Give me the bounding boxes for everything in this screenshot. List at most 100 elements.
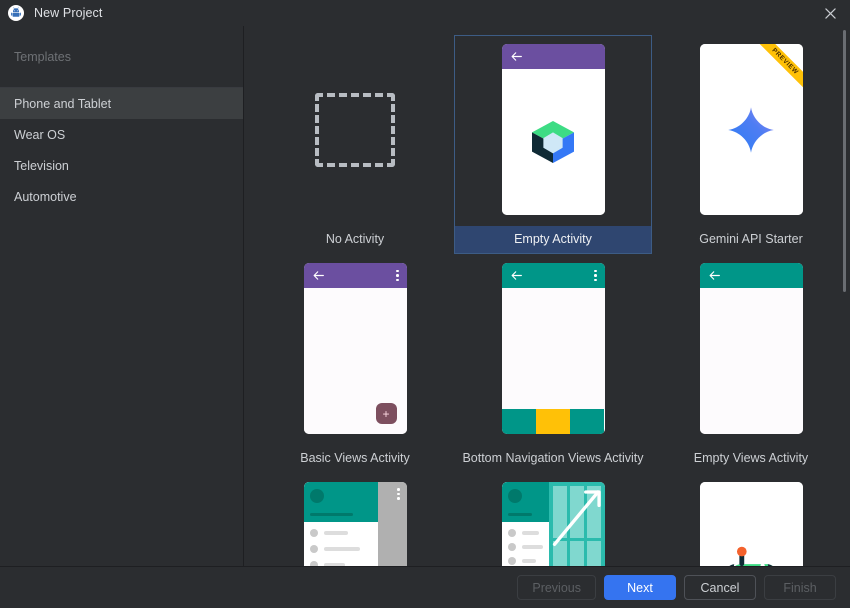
overflow-menu-icon bbox=[396, 269, 399, 282]
gemini-star-icon bbox=[699, 44, 803, 215]
app-bar bbox=[699, 263, 803, 288]
trend-arrow-icon bbox=[552, 490, 601, 546]
dashed-placeholder-icon bbox=[315, 92, 395, 167]
drawer-header bbox=[303, 482, 378, 522]
template-thumbnail bbox=[699, 482, 803, 566]
list-item-label bbox=[323, 547, 360, 551]
scrollbar-thumb[interactable] bbox=[843, 30, 846, 292]
template-card-empty-views-activity[interactable]: Empty Views Activity bbox=[652, 254, 850, 473]
drawer-panel bbox=[501, 482, 549, 566]
sidebar-header: Templates bbox=[0, 26, 243, 88]
list-item-icon bbox=[507, 543, 516, 551]
game-controller-icon bbox=[699, 482, 803, 566]
template-thumbnail bbox=[304, 44, 407, 215]
template-grid-scrollbar[interactable] bbox=[838, 26, 850, 566]
floating-action-button-icon: + bbox=[375, 403, 397, 424]
drawer-panel bbox=[303, 482, 378, 566]
template-thumbnail bbox=[501, 263, 605, 434]
bottom-nav-item bbox=[570, 409, 605, 434]
content-grid bbox=[548, 482, 605, 566]
template-grid-panel: No Activity Empty Activity PREVIEW Gemin… bbox=[244, 26, 850, 566]
template-card-label: No Activity bbox=[325, 232, 385, 246]
sidebar: Templates Phone and Tablet Wear OS Telev… bbox=[0, 26, 244, 566]
app-bar bbox=[501, 44, 605, 69]
sidebar-item-automotive[interactable]: Automotive bbox=[0, 181, 243, 212]
template-thumbnail: PREVIEW bbox=[699, 44, 803, 215]
nav-drawer-art bbox=[303, 482, 407, 566]
previous-button[interactable]: Previous bbox=[517, 575, 596, 600]
drawer-headline bbox=[309, 513, 353, 516]
scrim-panel bbox=[377, 482, 407, 566]
list-item bbox=[507, 543, 543, 551]
list-item-label bbox=[521, 531, 540, 535]
list-item-label bbox=[521, 545, 543, 549]
bottom-nav-item-active bbox=[535, 409, 571, 434]
compose-logo-icon bbox=[501, 69, 605, 215]
bottom-navigation-bar bbox=[501, 409, 605, 434]
template-card-label: Empty Activity bbox=[455, 226, 651, 253]
list-item bbox=[507, 557, 543, 565]
template-card-no-activity[interactable]: No Activity bbox=[256, 35, 454, 254]
back-arrow-icon bbox=[709, 271, 720, 280]
list-item bbox=[309, 545, 372, 553]
sidebar-item-label: Television bbox=[14, 158, 69, 173]
screen-content: + bbox=[303, 288, 407, 434]
list-item-label bbox=[323, 531, 349, 535]
sidebar-item-label: Phone and Tablet bbox=[14, 96, 112, 111]
template-card-game-activity[interactable] bbox=[652, 473, 850, 566]
list-item-icon bbox=[507, 529, 516, 537]
sidebar-item-television[interactable]: Television bbox=[0, 150, 243, 181]
app-bar bbox=[501, 263, 605, 288]
sidebar-item-wear-os[interactable]: Wear OS bbox=[0, 119, 243, 150]
back-arrow-icon bbox=[511, 271, 522, 280]
template-card-label: Gemini API Starter bbox=[699, 232, 803, 246]
sidebar-item-phone-and-tablet[interactable]: Phone and Tablet bbox=[0, 88, 243, 119]
nav-drawer-grid-art bbox=[501, 482, 605, 566]
template-card-bottom-navigation-views-activity[interactable]: Bottom Navigation Views Activity bbox=[454, 254, 652, 473]
screen-content bbox=[699, 288, 803, 434]
list-item-icon bbox=[309, 529, 318, 537]
sidebar-item-label: Automotive bbox=[14, 189, 77, 204]
drawer-item-list bbox=[304, 522, 378, 566]
bottom-nav-item bbox=[501, 409, 536, 434]
template-thumbnail bbox=[501, 44, 605, 215]
drawer-item-list bbox=[502, 522, 549, 566]
template-card-basic-views-activity[interactable]: + Basic Views Activity bbox=[256, 254, 454, 473]
next-button[interactable]: Next bbox=[604, 575, 676, 600]
list-item bbox=[309, 561, 372, 566]
finish-button[interactable]: Finish bbox=[764, 575, 836, 600]
android-studio-logo-icon bbox=[8, 5, 24, 21]
template-thumbnail bbox=[501, 482, 605, 566]
template-card-label: Empty Views Activity bbox=[693, 451, 809, 465]
overflow-menu-icon bbox=[397, 488, 400, 500]
list-item-icon bbox=[309, 561, 318, 566]
overflow-menu-icon bbox=[594, 269, 597, 282]
template-card-responsive-views-activity[interactable] bbox=[454, 473, 652, 566]
template-card-gemini-api-starter[interactable]: PREVIEW Gemini API Starter bbox=[652, 35, 850, 254]
window-title: New Project bbox=[34, 6, 103, 20]
list-item bbox=[309, 529, 372, 537]
template-thumbnail bbox=[303, 482, 407, 566]
drawer-headline bbox=[507, 513, 533, 516]
title-bar: New Project bbox=[0, 0, 850, 26]
back-arrow-icon bbox=[313, 271, 324, 280]
drawer-header bbox=[501, 482, 549, 522]
template-card-label: Bottom Navigation Views Activity bbox=[462, 451, 644, 465]
template-thumbnail bbox=[699, 263, 803, 434]
dialog-footer: Previous Next Cancel Finish bbox=[0, 566, 850, 608]
template-thumbnail: + bbox=[303, 263, 407, 434]
sidebar-item-label: Wear OS bbox=[14, 127, 66, 142]
avatar bbox=[309, 489, 324, 503]
template-card-navigation-drawer-views-activity[interactable] bbox=[256, 473, 454, 566]
list-item bbox=[507, 529, 543, 537]
close-icon[interactable] bbox=[810, 0, 850, 26]
avatar bbox=[507, 489, 522, 503]
list-item-label bbox=[323, 563, 345, 566]
cancel-button[interactable]: Cancel bbox=[684, 575, 756, 600]
dialog-body: Templates Phone and Tablet Wear OS Telev… bbox=[0, 26, 850, 566]
list-item-icon bbox=[507, 557, 516, 565]
list-item-icon bbox=[309, 545, 318, 553]
template-card-empty-activity[interactable]: Empty Activity bbox=[454, 35, 652, 254]
new-project-dialog: New Project Templates Phone and Tablet W… bbox=[0, 0, 850, 608]
app-bar bbox=[303, 263, 407, 288]
